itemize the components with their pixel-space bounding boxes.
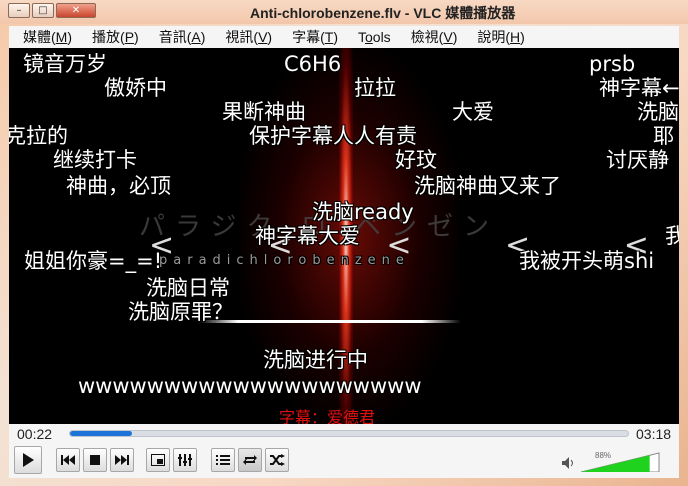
- danmaku-comment: 镜音万岁: [23, 52, 107, 76]
- next-icon: [115, 455, 129, 465]
- video-beam-horizontal: [199, 320, 461, 323]
- stop-icon: [90, 455, 100, 465]
- danmaku-comment: wwwwwwwwwwwwwwwwwwww: [78, 374, 422, 398]
- menu-bar: 媒體(M) 播放(P) 音訊(A) 視訊(V) 字幕(T) Tools 檢視(V…: [9, 26, 679, 48]
- danmaku-comment: 姐姐你豪=_=!: [24, 249, 163, 273]
- play-icon: [23, 453, 34, 467]
- danmaku-comment: 讨厌静: [606, 148, 669, 172]
- subtitle-credit: 字幕：爱德君: [279, 408, 376, 424]
- maximize-button[interactable]: □: [32, 3, 54, 18]
- next-button[interactable]: [110, 448, 134, 472]
- menu-help[interactable]: 說明(H): [463, 27, 530, 47]
- title-bar: – □ ✕ Anti-chlorobenzene.flv - VLC 媒體播放器: [0, 0, 688, 24]
- menu-playback[interactable]: 播放(P): [78, 27, 145, 47]
- elapsed-time: 00:22: [17, 426, 53, 442]
- menu-video[interactable]: 視訊(V): [211, 27, 278, 47]
- volume-label: 88%: [595, 451, 612, 460]
- maximize-icon: □: [38, 5, 48, 16]
- shuffle-button[interactable]: [265, 448, 289, 472]
- minimize-icon: –: [16, 5, 22, 16]
- danmaku-comment: 神字幕大爱: [255, 224, 360, 248]
- close-button[interactable]: ✕: [56, 3, 96, 18]
- volume-slider[interactable]: 88%: [581, 451, 661, 472]
- danmaku-comment: 洗脑神曲又来了: [414, 174, 561, 198]
- fullscreen-icon: [151, 454, 165, 466]
- control-bar: 88%: [9, 444, 679, 478]
- total-time: 03:18: [636, 426, 672, 442]
- danmaku-comment: 洗脑进行中: [263, 348, 368, 372]
- vlc-window: – □ ✕ Anti-chlorobenzene.flv - VLC 媒體播放器…: [0, 0, 688, 486]
- close-icon: ✕: [71, 5, 81, 16]
- menu-audio[interactable]: 音訊(A): [145, 27, 212, 47]
- loop-icon: [243, 455, 257, 465]
- menu-tools[interactable]: Tools: [344, 29, 397, 45]
- shuffle-icon: [270, 454, 285, 466]
- menu-media[interactable]: 媒體(M): [9, 27, 78, 47]
- danmaku-comment: 洗脑: [637, 100, 679, 124]
- seek-slider[interactable]: [69, 430, 629, 437]
- playlist-icon: [216, 455, 230, 465]
- playlist-button[interactable]: [211, 448, 235, 472]
- minimize-button[interactable]: –: [8, 3, 30, 18]
- menu-view[interactable]: 檢視(V): [397, 27, 464, 47]
- danmaku-comment: 继续打卡: [53, 148, 137, 172]
- previous-button[interactable]: [56, 448, 80, 472]
- fullscreen-button[interactable]: [146, 448, 170, 472]
- seek-progress: [70, 431, 132, 436]
- danmaku-comment: 我: [665, 224, 679, 248]
- loop-button[interactable]: [238, 448, 262, 472]
- danmaku-comment: 洗脑ready: [312, 200, 414, 224]
- danmaku-comment: 耶: [653, 124, 674, 148]
- danmaku-comment: 大爱: [452, 100, 494, 124]
- video-area[interactable]: パラジク ロ ベンゼン paradichlorobenzene < < < < …: [9, 48, 679, 424]
- extended-settings-button[interactable]: [173, 448, 197, 472]
- danmaku-comment: 好玟: [395, 148, 437, 172]
- volume-bar: [581, 452, 660, 472]
- danmaku-comment: 傲娇中: [104, 76, 167, 100]
- danmaku-comment: 果断神曲: [222, 100, 306, 124]
- danmaku-comment: 拉拉: [354, 76, 396, 100]
- window-title: Anti-chlorobenzene.flv - VLC 媒體播放器: [250, 5, 516, 21]
- seek-row: 00:22 03:18: [9, 424, 679, 444]
- danmaku-comment: 神字幕←: [599, 76, 679, 100]
- danmaku-comment: 洗脑原罪？: [128, 300, 233, 324]
- danmaku-comment: 神曲，必顶: [66, 174, 171, 198]
- speaker-icon[interactable]: [562, 457, 576, 469]
- extended-settings-icon: [178, 454, 192, 466]
- prev-icon: [61, 455, 75, 465]
- danmaku-comment: prsb: [589, 52, 636, 76]
- danmaku-comment: 保护字幕人人有责: [249, 124, 417, 148]
- window-controls: – □ ✕: [8, 3, 96, 18]
- play-button[interactable]: [14, 446, 42, 474]
- danmaku-comment: 我被开头萌shi: [519, 249, 655, 273]
- danmaku-comment: 洗脑日常: [146, 276, 230, 300]
- stop-button[interactable]: [83, 448, 107, 472]
- menu-subtitle[interactable]: 字幕(T): [278, 27, 344, 47]
- danmaku-comment: 克拉的: [9, 124, 68, 148]
- danmaku-comment: C6H6: [284, 52, 342, 76]
